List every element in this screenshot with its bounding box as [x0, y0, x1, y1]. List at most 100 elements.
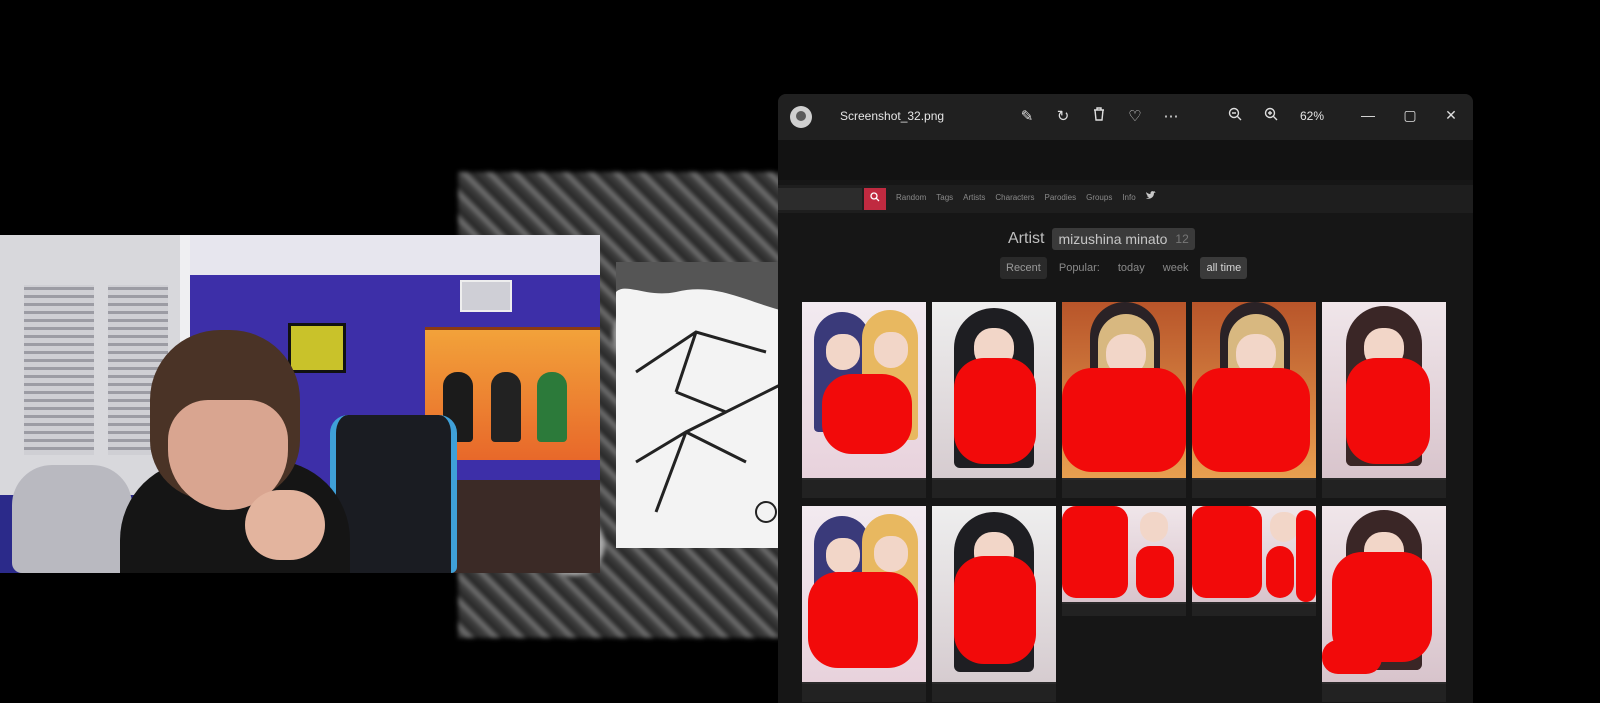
gallery-thumbnail[interactable] [802, 302, 926, 498]
poster-figure [537, 372, 567, 442]
thumbnail-caption [802, 480, 926, 498]
image-viewer: Random Tags Artists Characters Parodies … [778, 140, 1473, 703]
close-button[interactable]: ✕ [1436, 100, 1466, 130]
thumbnail-image [1322, 302, 1446, 478]
favorite-icon[interactable]: ♡ [1122, 104, 1148, 130]
red-censor-mark [1136, 546, 1174, 598]
wall-vent [460, 280, 512, 312]
gallery-thumbnail[interactable] [802, 506, 926, 702]
thumbnail-caption [1192, 604, 1316, 616]
photos-app-window: Screenshot_32.png ✎ ↻ ♡ ⋯ 62% — ▢ ✕ Rand… [778, 94, 1473, 703]
thumbnail-image [802, 506, 926, 682]
artist-header: Artist mizushina minato 12 [1008, 228, 1195, 250]
minimize-button[interactable]: — [1353, 100, 1383, 130]
sort-today[interactable]: today [1112, 257, 1151, 279]
nav-characters[interactable]: Characters [995, 193, 1034, 203]
thumbnail-image [1192, 302, 1316, 478]
wall-sign [288, 323, 346, 373]
gallery-thumbnail[interactable] [1062, 506, 1186, 616]
window-blind [24, 285, 94, 455]
thumbnail-image [1062, 506, 1186, 602]
gallery-thumbnail[interactable] [932, 506, 1056, 702]
gallery-thumbnail[interactable] [1192, 302, 1316, 498]
more-icon[interactable]: ⋯ [1158, 104, 1184, 130]
red-censor-mark [1192, 368, 1310, 472]
gallery-thumbnail[interactable] [1322, 506, 1446, 702]
nav-random[interactable]: Random [896, 193, 926, 203]
character-face [1270, 512, 1298, 542]
streamer-hand [245, 490, 325, 560]
red-censor-mark [1346, 358, 1430, 464]
red-censor-mark [954, 358, 1036, 464]
zoom-level: 62% [1300, 109, 1325, 123]
thumbnail-caption [1192, 480, 1316, 498]
manga-sketch-drawing [616, 262, 788, 523]
red-censor-mark [822, 374, 912, 454]
webcam-feed [0, 235, 600, 573]
thumbnail-image [1322, 506, 1446, 682]
search-input[interactable] [778, 188, 862, 210]
sort-week[interactable]: week [1157, 257, 1195, 279]
dresser [445, 480, 600, 573]
search-button[interactable] [864, 188, 886, 210]
sort-recent[interactable]: Recent [1000, 257, 1047, 279]
sort-all-time[interactable]: all time [1200, 257, 1248, 279]
thumbnail-caption [932, 480, 1056, 498]
sort-popular-label: Popular: [1058, 262, 1100, 274]
nav-artists[interactable]: Artists [963, 193, 985, 203]
red-censor-mark [1266, 546, 1294, 598]
red-censor-mark [1062, 368, 1186, 472]
twitter-icon[interactable] [1145, 191, 1156, 203]
character-face [874, 536, 908, 572]
site-nav-bar: Random Tags Artists Characters Parodies … [778, 185, 1473, 213]
zoom-in-icon[interactable] [1258, 104, 1284, 130]
nav-parodies[interactable]: Parodies [1045, 193, 1077, 203]
character-face [826, 334, 860, 370]
thumbnail-image [1062, 302, 1186, 478]
thumbnail-image [932, 506, 1056, 682]
photos-app-icon [790, 106, 812, 128]
edit-image-icon[interactable]: ✎ [1014, 104, 1040, 130]
gallery-thumbnail[interactable] [1192, 506, 1316, 616]
red-censor-mark [1062, 506, 1128, 598]
thumbnail-image [1192, 506, 1316, 602]
gallery-thumbnail[interactable] [1062, 302, 1186, 498]
nav-tags[interactable]: Tags [936, 193, 953, 203]
file-name: Screenshot_32.png [840, 109, 945, 123]
maximize-button[interactable]: ▢ [1395, 100, 1425, 130]
thumbnail-caption [1062, 604, 1186, 616]
screenshot-url-strip [778, 140, 1473, 180]
gallery-thumbnail[interactable] [932, 302, 1056, 498]
nav-links: Random Tags Artists Characters Parodies … [896, 191, 1156, 203]
red-censor-mark [1322, 640, 1382, 674]
delete-icon[interactable] [1086, 104, 1112, 130]
artist-label: Artist [1008, 230, 1045, 247]
thumbnail-caption [1322, 480, 1446, 498]
thumbnail-image [932, 302, 1056, 478]
thumbnail-image [802, 302, 926, 478]
title-bar: Screenshot_32.png ✎ ↻ ♡ ⋯ 62% — ▢ ✕ [778, 94, 1473, 140]
plush-toy [12, 465, 132, 573]
manga-panel [616, 262, 788, 548]
thumbnail-caption [1322, 684, 1446, 702]
gallery-thumbnail[interactable] [1322, 302, 1446, 498]
sort-bar: Recent Popular: today week all time [1000, 257, 1248, 279]
artist-tag[interactable]: mizushina minato 12 [1052, 228, 1195, 250]
character-face [826, 538, 860, 574]
red-censor-mark [808, 572, 918, 668]
zoom-out-icon[interactable] [1222, 104, 1248, 130]
artist-name: mizushina minato [1058, 231, 1168, 247]
poster-figure [491, 372, 521, 442]
nav-groups[interactable]: Groups [1086, 193, 1112, 203]
thumbnail-caption [802, 684, 926, 702]
red-censor-mark [1192, 506, 1262, 598]
thumbnail-caption [1062, 480, 1186, 498]
thumbnail-caption [932, 684, 1056, 702]
character-face [874, 332, 908, 368]
artist-count: 12 [1175, 232, 1189, 246]
character-face [1140, 512, 1168, 542]
red-censor-mark [1296, 510, 1316, 602]
red-censor-mark [954, 556, 1036, 664]
rotate-icon[interactable]: ↻ [1050, 104, 1076, 130]
nav-info[interactable]: Info [1122, 193, 1135, 203]
